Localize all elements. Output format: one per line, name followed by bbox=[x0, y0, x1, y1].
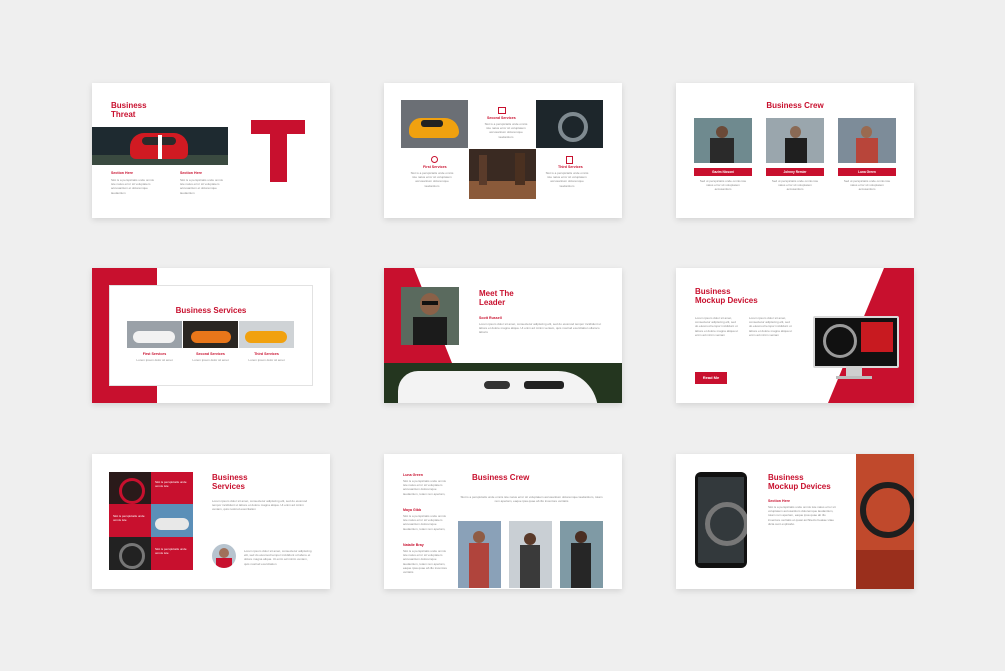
slide-title: Business Mockup Devices bbox=[768, 473, 831, 491]
crew-text-3: Sed ut perspiciatis unde omnis iste natu… bbox=[843, 179, 891, 192]
crew-photo-1 bbox=[458, 521, 501, 588]
slide-title: Business Services bbox=[175, 306, 247, 315]
tile-red: Slot is perspiciatis unde omnis iste bbox=[109, 504, 151, 537]
street-photo bbox=[469, 149, 536, 199]
monitor-stand bbox=[846, 366, 862, 376]
big-letter-t: T bbox=[251, 120, 305, 182]
phone-mockup bbox=[695, 472, 747, 568]
service-text-3: Slot is a perspiciatis unde omnis iste n… bbox=[545, 171, 589, 188]
body-text: Slot is a perspiciatis unde omnis iste n… bbox=[768, 505, 836, 526]
slide-business-threat[interactable]: Business Threat T Section Here Slot is a… bbox=[92, 83, 330, 218]
tile-red: Slot is perspiciatis unde omnis iste bbox=[151, 472, 193, 504]
crew-name-2: Maya Gibb bbox=[403, 508, 422, 512]
service-title-1: Second Services bbox=[487, 116, 516, 120]
car-photo bbox=[384, 363, 622, 403]
slide-business-crew[interactable]: Business Crew Gazim Nicsoni Sed ut persp… bbox=[676, 83, 914, 218]
slide-business-services-framed[interactable]: Business Services First Services Lorem i… bbox=[92, 268, 330, 403]
slide-mockup-monitor[interactable]: Business Mockup Devices Lorem ipsum dolo… bbox=[676, 268, 914, 403]
crew-name-1: Luna Green bbox=[403, 473, 423, 477]
crew-photo-3 bbox=[838, 118, 896, 163]
slide-services-grid[interactable]: Second Services Slot is a perspiciatis u… bbox=[384, 83, 622, 218]
crew-text-3: Slot is a perspiciatis unde omnis iste n… bbox=[403, 549, 448, 574]
crew-text-1: Slot is a perspiciatis unde omnis iste n… bbox=[403, 479, 447, 496]
tile-photo bbox=[109, 472, 151, 504]
car-photo bbox=[401, 100, 468, 148]
crew-name-3: Natalie Bray bbox=[403, 543, 424, 547]
slide-meet-leader[interactable]: Meet The Leader Scott Russell Lorem ipsu… bbox=[384, 268, 622, 403]
crew-text-1: Sed ut perspiciatis unde omnis iste natu… bbox=[699, 179, 747, 192]
crew-photo-2 bbox=[766, 118, 824, 163]
car-interior-photo bbox=[856, 454, 914, 589]
service-label-3: Third Services bbox=[254, 352, 279, 356]
lens-photo bbox=[536, 100, 603, 148]
service-text-2: Slot is a perspiciatis unde omnis iste n… bbox=[410, 171, 454, 188]
service-label-1: First Services bbox=[142, 352, 167, 356]
crew-name-1: Gazim Nicsoni bbox=[694, 168, 752, 176]
section-title-1: Section Here bbox=[111, 171, 133, 175]
slide-title: Business Threat bbox=[111, 101, 147, 119]
crew-text-2: Slot is a perspiciatis unde omnis iste n… bbox=[403, 514, 447, 531]
crew-name-3: Luna Green bbox=[838, 168, 896, 176]
monitor-mockup bbox=[813, 316, 899, 368]
service-text-1: Lorem ipsum dolor sit amet bbox=[136, 358, 173, 362]
leader-name: Scott Russell bbox=[479, 316, 502, 320]
monitor-base bbox=[836, 376, 872, 379]
leader-photo bbox=[401, 287, 459, 345]
read-me-button[interactable]: Read Me bbox=[695, 372, 727, 384]
crew-photo-3 bbox=[560, 521, 603, 588]
body-text-2: Lorem ipsum dolor sit amet, consectetur … bbox=[749, 316, 793, 337]
slide-business-services-tiles[interactable]: Slot is perspiciatis unde omnis iste Slo… bbox=[92, 454, 330, 589]
tile-photo bbox=[109, 537, 151, 570]
slide-mockup-phone[interactable]: Business Mockup Devices Section Here Slo… bbox=[676, 454, 914, 589]
service-title-2: First Services bbox=[423, 165, 447, 169]
car-photo bbox=[92, 127, 228, 165]
document-icon bbox=[566, 156, 573, 164]
slide-title: Business Crew bbox=[472, 473, 530, 482]
user-icon bbox=[431, 156, 438, 163]
section-text-2: Slot is a perspiciatis unde omnis iste n… bbox=[180, 178, 223, 195]
slide-title: Meet The Leader bbox=[479, 289, 514, 307]
avatar bbox=[212, 544, 236, 568]
body-text-1: Lorem ipsum dolor sit amet, consectetur … bbox=[695, 316, 739, 337]
car-photo-2 bbox=[183, 321, 238, 348]
tile-photo bbox=[151, 504, 193, 537]
crew-name-2: Johnny Remier bbox=[766, 168, 824, 176]
crew-text-2: Sed ut perspiciatis unde omnis iste natu… bbox=[771, 179, 819, 192]
crew-photo-1 bbox=[694, 118, 752, 163]
slide-title: Business Mockup Devices bbox=[695, 287, 758, 305]
section-text-1: Slot is a perspiciatis unde omnis iste n… bbox=[111, 178, 154, 195]
car-photo-3 bbox=[239, 321, 294, 348]
service-text-2: Lorem ipsum dolor sit amet bbox=[192, 358, 229, 362]
car-photo-1 bbox=[127, 321, 182, 348]
tile-grid: Slot is perspiciatis unde omnis iste Slo… bbox=[109, 472, 193, 570]
body-text: Slot is a perspiciatis unde omnis iste n… bbox=[460, 495, 603, 504]
service-label-2: Second Services bbox=[196, 352, 225, 356]
section-title-2: Section Here bbox=[180, 171, 202, 175]
slide-business-crew-list[interactable]: Luna Green Slot is a perspiciatis unde o… bbox=[384, 454, 622, 589]
avatar-text: Lorem ipsum dolor sit amet, consectetur … bbox=[244, 549, 312, 566]
service-title-3: Third Services bbox=[558, 165, 583, 169]
slide-title: Business Crew bbox=[766, 101, 824, 110]
crew-photo-2 bbox=[509, 521, 552, 588]
section-title: Section Here bbox=[768, 499, 790, 503]
leader-text: Lorem ipsum dolor sit amet, consectetur … bbox=[479, 322, 602, 335]
laptop-icon bbox=[498, 107, 506, 114]
service-text-1: Slot is a perspiciatis unde omnis iste n… bbox=[484, 122, 528, 139]
body-text: Lorem ipsum dolor sit amet, consectetur … bbox=[212, 499, 308, 512]
tile-red: Slot is perspiciatis unde omnis iste bbox=[151, 537, 193, 570]
slide-title: Business Services bbox=[212, 473, 248, 491]
service-text-3: Lorem ipsum dolor sit amet bbox=[248, 358, 285, 362]
